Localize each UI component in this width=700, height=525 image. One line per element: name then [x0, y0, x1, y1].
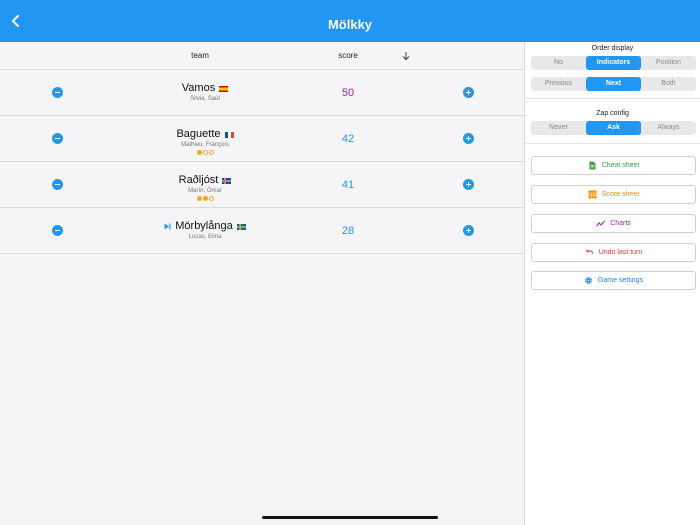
- team-players: Mathieu, François: [181, 142, 229, 148]
- zap-option-ask[interactable]: Ask: [586, 121, 641, 135]
- undo-last-turn-button[interactable]: Undo last turn: [531, 243, 696, 262]
- current-turn-icon: [164, 223, 171, 230]
- spain-flag-icon: [219, 85, 229, 92]
- document-icon: [589, 161, 596, 170]
- cheat-sheet-label: Cheat sheet: [601, 162, 640, 169]
- order-dot-filled: [202, 196, 208, 201]
- zap-option-never[interactable]: Never: [531, 121, 586, 135]
- team-cell: Raðljóst Marín, Ómar: [120, 162, 290, 201]
- team-score: 42: [341, 133, 355, 145]
- table-row: Mörbylånga Lucas, Elina 28: [0, 208, 524, 254]
- team-score: 41: [341, 179, 355, 191]
- zap-option-always[interactable]: Always: [641, 121, 696, 135]
- team-name: Baguette: [176, 128, 221, 140]
- order-option-previous[interactable]: Previous: [531, 77, 586, 91]
- table-row: Raðljóst Marín, Ómar 41: [0, 162, 524, 208]
- increment-score-button[interactable]: [463, 179, 474, 190]
- divider: [525, 98, 700, 99]
- order-indicator: [120, 196, 290, 201]
- column-header-team[interactable]: team: [178, 42, 222, 70]
- team-cell: Mörbylånga Lucas, Elina: [120, 208, 290, 241]
- team-score: 28: [341, 225, 355, 237]
- page-title: Mölkky: [327, 17, 373, 32]
- order-dot-empty: [208, 150, 214, 155]
- team-name: Mörbylånga: [175, 220, 233, 232]
- team-name: Vamos: [181, 82, 216, 94]
- order-option-no[interactable]: No: [531, 56, 586, 70]
- team-score: 50: [341, 87, 355, 99]
- cheat-sheet-button[interactable]: Cheat sheet: [531, 156, 696, 175]
- undo-icon: [585, 250, 594, 254]
- table-icon: [588, 190, 597, 199]
- increment-score-button[interactable]: [463, 133, 474, 144]
- france-flag-icon: [224, 131, 234, 138]
- gear-icon: [585, 277, 592, 284]
- undo-label: Undo last turn: [598, 249, 643, 256]
- order-display-title: Order display: [591, 45, 634, 52]
- team-name: Raðljóst: [178, 174, 219, 186]
- game-settings-button[interactable]: Game settings: [531, 271, 696, 290]
- table-row: Vamos Silvia, Saúl 50: [0, 70, 524, 116]
- decrement-score-button[interactable]: [52, 133, 63, 144]
- decrement-score-button[interactable]: [52, 225, 63, 236]
- app-bar: Mölkky: [0, 0, 700, 42]
- order-dot-empty: [208, 196, 214, 201]
- team-players: Silvia, Saúl: [190, 96, 220, 102]
- line-chart-icon: [596, 220, 606, 227]
- settings-sidebar: Order display No Indicators Position Pre…: [524, 42, 700, 525]
- score-sheet-button[interactable]: Score sheet: [531, 185, 696, 204]
- column-header-score[interactable]: score: [324, 42, 372, 70]
- score-sheet-label: Score sheet: [601, 191, 640, 198]
- order-option-position[interactable]: Position: [641, 56, 696, 70]
- order-dot-filled: [196, 196, 202, 201]
- team-cell: Vamos Silvia, Saúl: [120, 70, 290, 103]
- decrement-score-button[interactable]: [52, 87, 63, 98]
- zap-config-title: Zap config: [596, 110, 629, 117]
- sweden-flag-icon: [236, 223, 246, 230]
- table-header: team score: [0, 42, 524, 70]
- game-settings-label: Game settings: [597, 277, 644, 284]
- order-indicator: [120, 150, 290, 155]
- score-table: team score Vamos Silvia, Saúl 50 Baguett…: [0, 42, 524, 525]
- order-display-mode-selector: No Indicators Position: [531, 56, 696, 70]
- sort-arrow-down-icon[interactable]: [401, 51, 411, 61]
- order-option-next[interactable]: Next: [586, 77, 641, 91]
- divider: [525, 143, 700, 144]
- increment-score-button[interactable]: [463, 225, 474, 236]
- table-row: Baguette Mathieu, François 42: [0, 116, 524, 162]
- increment-score-button[interactable]: [463, 87, 474, 98]
- zap-config-selector: Never Ask Always: [531, 121, 696, 135]
- team-cell: Baguette Mathieu, François: [120, 116, 290, 155]
- decrement-score-button[interactable]: [52, 179, 63, 190]
- order-dot-empty: [202, 150, 208, 155]
- home-indicator: [262, 516, 438, 519]
- charts-button[interactable]: Charts: [531, 214, 696, 233]
- order-option-indicators[interactable]: Indicators: [586, 56, 641, 70]
- order-dot-filled: [196, 150, 202, 155]
- team-players: Marín, Ómar: [188, 188, 222, 194]
- order-display-target-selector: Previous Next Both: [531, 77, 696, 91]
- charts-label: Charts: [610, 220, 631, 227]
- order-option-both[interactable]: Both: [641, 77, 696, 91]
- team-players: Lucas, Elina: [188, 234, 222, 240]
- iceland-flag-icon: [222, 177, 232, 184]
